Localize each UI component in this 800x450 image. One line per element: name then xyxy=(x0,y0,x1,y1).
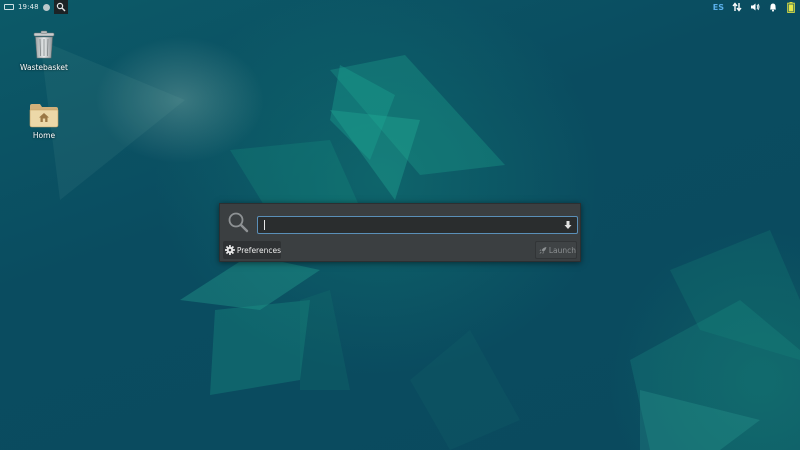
volume-icon[interactable] xyxy=(750,2,760,12)
notifications-icon[interactable] xyxy=(768,2,778,12)
battery-icon[interactable] xyxy=(786,1,796,13)
appfinder-dialog: Preferences Launch xyxy=(219,203,581,262)
expand-button[interactable] xyxy=(563,220,573,230)
panel-right: ES xyxy=(713,0,796,14)
text-cursor xyxy=(264,220,265,230)
appfinder-search-input[interactable] xyxy=(262,218,557,232)
search-icon xyxy=(228,212,249,233)
search-icon xyxy=(56,2,66,12)
desktop-icon-home[interactable]: Home xyxy=(14,102,74,140)
rocket-icon xyxy=(539,246,547,254)
home-folder-icon xyxy=(29,104,59,128)
network-icon[interactable] xyxy=(732,2,742,12)
keyboard-layout-indicator[interactable]: ES xyxy=(713,3,724,12)
desktop-icon-label: Home xyxy=(32,131,56,140)
panel-left: 19:48 xyxy=(2,0,68,14)
trash-icon xyxy=(33,30,55,59)
desktop-icon-wastebasket[interactable]: Wastebasket xyxy=(14,30,74,72)
preferences-label: Preferences xyxy=(236,245,281,255)
panel-clock[interactable]: 19:48 xyxy=(18,3,39,11)
status-dot-icon[interactable] xyxy=(42,3,50,11)
gear-icon xyxy=(225,245,235,255)
panel-search-button[interactable] xyxy=(53,0,68,14)
arrow-down-icon xyxy=(564,221,572,229)
top-panel: 19:48 ES xyxy=(0,0,800,14)
appfinder-search-field[interactable] xyxy=(257,216,578,234)
keyboard-icon[interactable] xyxy=(4,4,14,10)
preferences-button[interactable]: Preferences xyxy=(223,241,281,259)
launch-button[interactable]: Launch xyxy=(535,241,577,259)
launch-label: Launch xyxy=(548,245,576,255)
desktop-icon-label: Wastebasket xyxy=(20,63,68,72)
